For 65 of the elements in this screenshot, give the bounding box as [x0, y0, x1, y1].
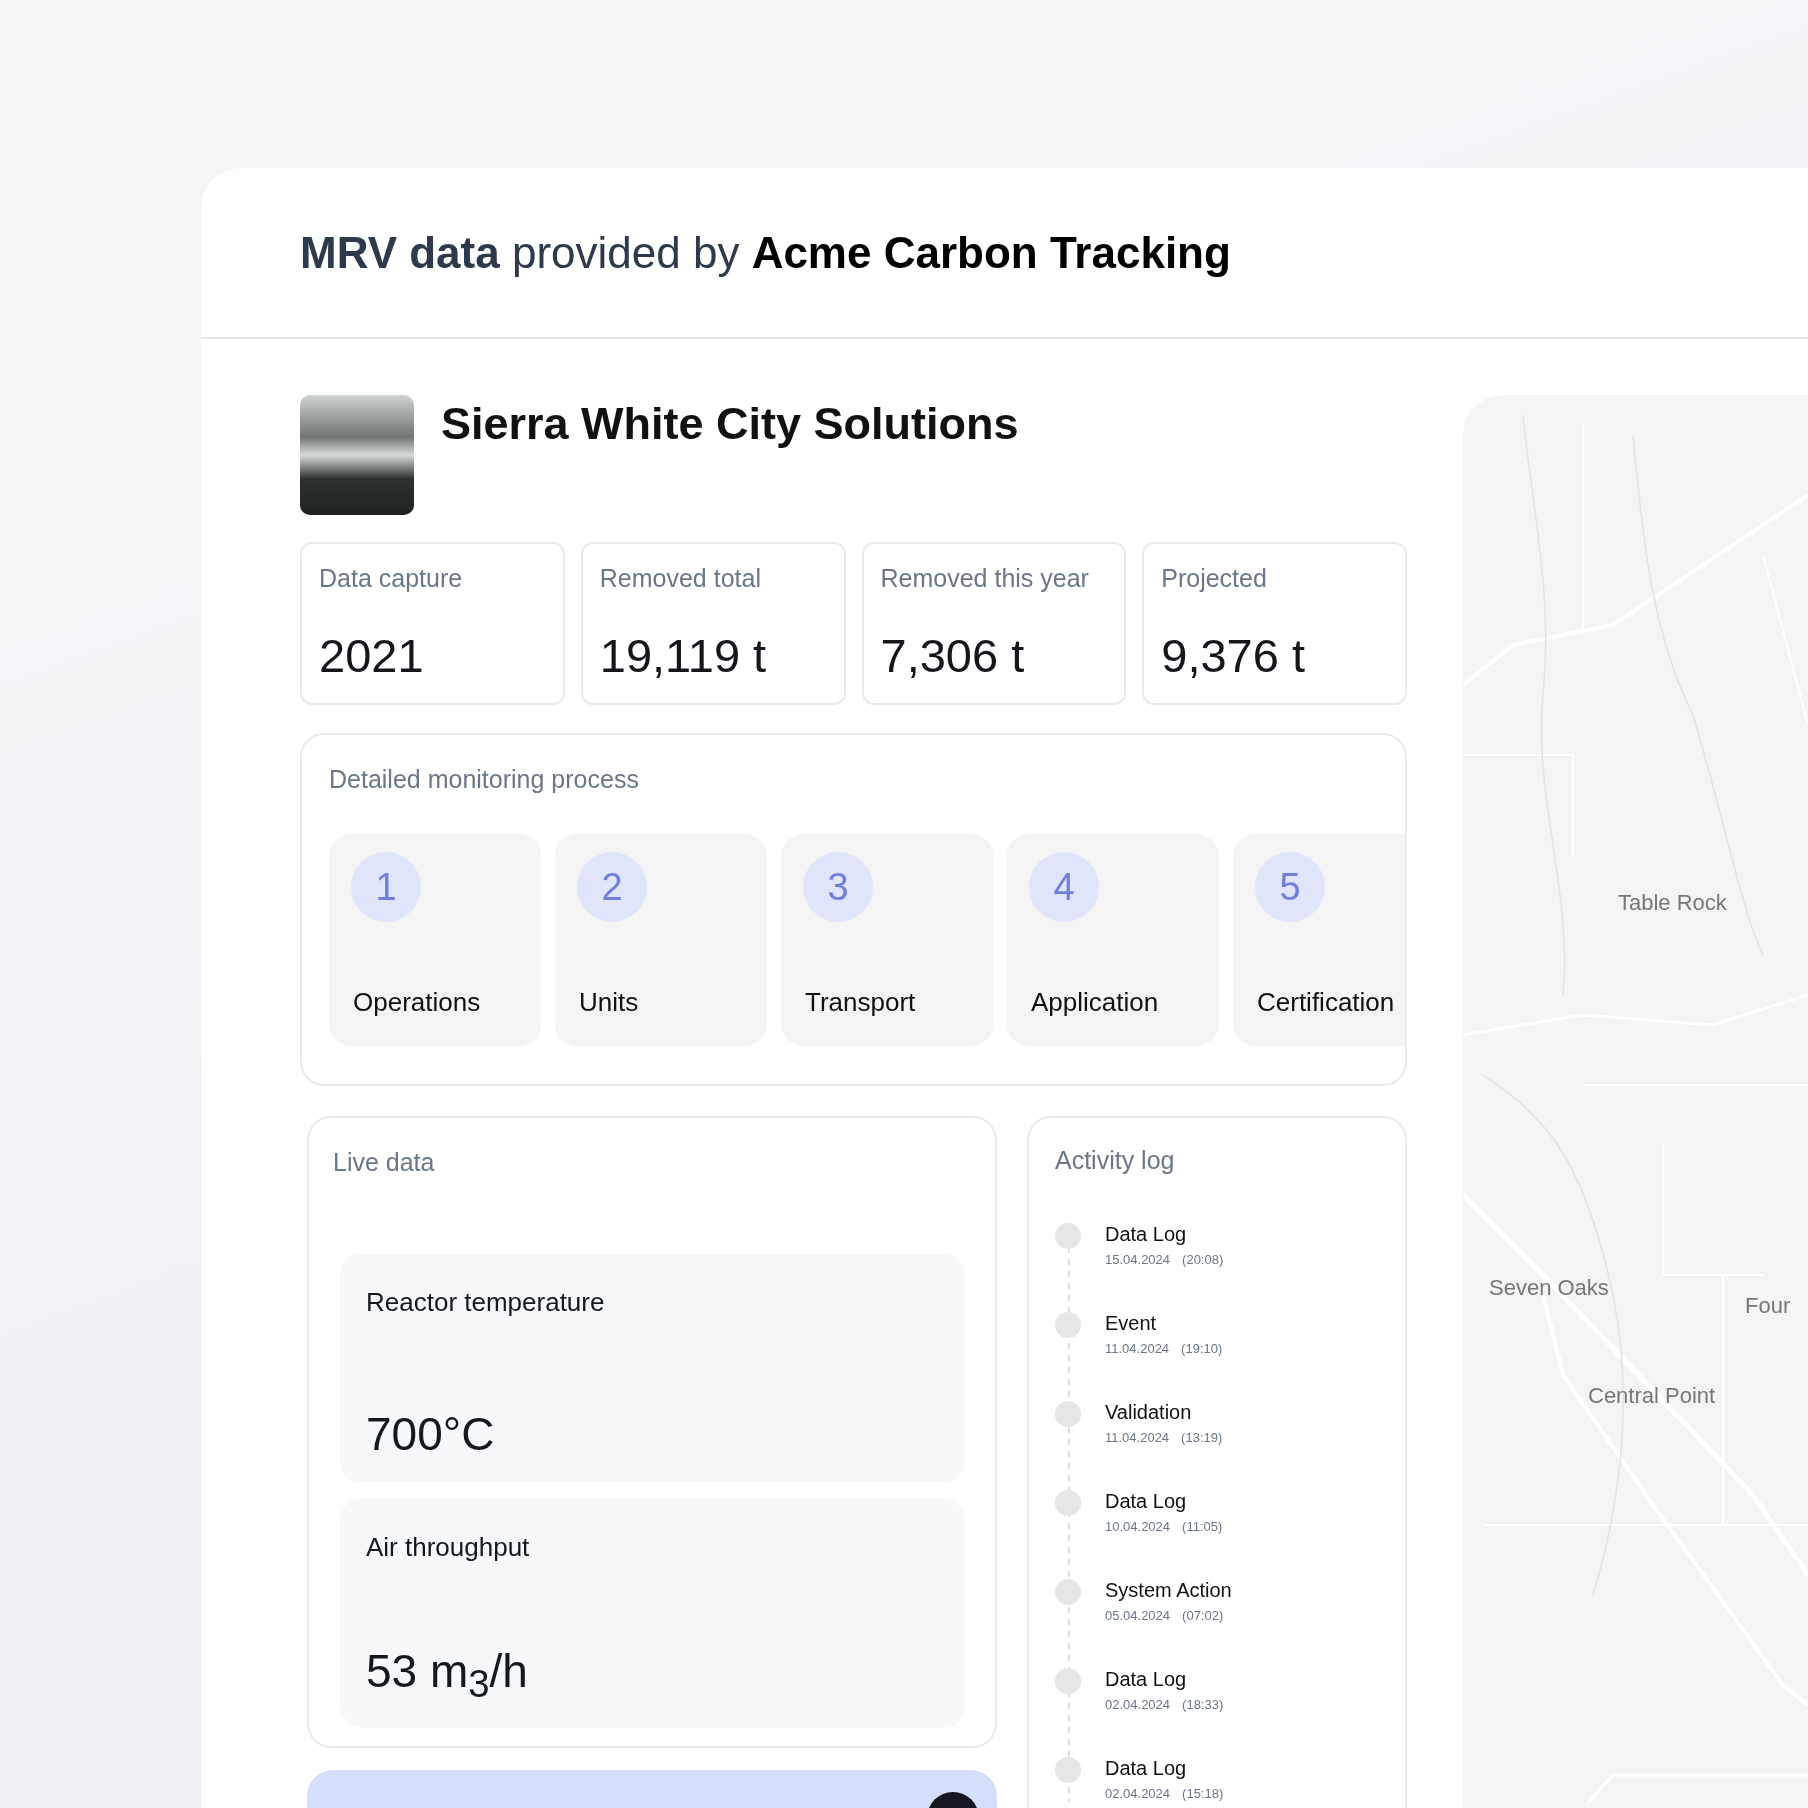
map-place-label: Table Rock	[1618, 890, 1727, 916]
log-entry-date: 15.04.2024	[1105, 1252, 1171, 1267]
timeline-dot-icon	[1055, 1579, 1081, 1605]
log-entry-time: (18:33)	[1182, 1697, 1224, 1712]
step-card[interactable]: 2 Units	[555, 834, 767, 1046]
log-entry-time: (07:02)	[1182, 1608, 1224, 1623]
step-number: 4	[1029, 852, 1099, 922]
map[interactable]: Table Rock Seven Oaks Four Central Point	[1463, 395, 1808, 1808]
log-entry-title: Data Log	[1105, 1668, 1188, 1691]
step-label: Transport	[805, 987, 916, 1018]
stat-value: 19,119 t	[599, 628, 768, 683]
map-place-label: Seven Oaks	[1489, 1275, 1609, 1301]
log-entry-title: Validation	[1105, 1401, 1193, 1424]
step-label: Operations	[353, 987, 481, 1018]
log-entry-time: (15:18)	[1182, 1786, 1224, 1801]
timeline-dot-icon	[1055, 1312, 1081, 1338]
panel-title: Live data	[333, 1148, 435, 1177]
page-title: MRV data provided by Acme Carbon Tracking	[300, 227, 1231, 278]
timeline-dot-icon	[1055, 1223, 1081, 1249]
panel-title: Detailed monitoring process	[329, 765, 639, 794]
timeline-dot-icon	[1055, 1490, 1081, 1516]
log-entry-date: 05.04.2024	[1105, 1608, 1171, 1623]
log-entry-date: 11.04.2024	[1105, 1430, 1170, 1445]
step-card[interactable]: 4 Application	[1007, 834, 1219, 1046]
log-entry-date: 11.04.2024	[1105, 1341, 1170, 1356]
log-entry-title: Data Log	[1105, 1757, 1188, 1780]
log-entry-title: Data Log	[1105, 1223, 1188, 1246]
step-card[interactable]: 1 Operations	[329, 834, 541, 1046]
step-card[interactable]: 3 Transport	[781, 834, 993, 1046]
reading-value: 53 m$_{3}$/h	[366, 1643, 529, 1706]
log-entry-title: Event	[1105, 1312, 1158, 1335]
log-entry-date: 02.04.2024	[1105, 1786, 1171, 1801]
project-name: Sierra White City Solutions	[441, 397, 1019, 450]
step-label: Certification	[1257, 987, 1395, 1018]
stat-label: Data capture	[319, 564, 464, 593]
log-entry-title: System Action	[1105, 1579, 1232, 1602]
stat-label: Removed this year	[880, 564, 1090, 593]
reading-label: Reactor temperature	[366, 1287, 606, 1318]
map-place-label: Central Point	[1588, 1383, 1716, 1409]
log-entry-date: 10.04.2024	[1105, 1519, 1171, 1534]
step-card[interactable]: 5 Certification	[1233, 834, 1405, 1046]
step-number: 3	[803, 852, 873, 922]
log-entry-time: (19:10)	[1181, 1341, 1223, 1356]
log-entry-title: Data Log	[1105, 1490, 1188, 1513]
log-entry-time: (13:19)	[1181, 1430, 1223, 1445]
stat-value: 2021	[319, 628, 425, 683]
timeline-dot-icon	[1055, 1401, 1081, 1427]
step-number: 1	[351, 852, 421, 922]
stat-value: 7,306 t	[880, 628, 1026, 683]
log-entry-time: (20:08)	[1182, 1252, 1224, 1267]
reading-value: 700°C	[366, 1407, 496, 1461]
map-place-label: Four	[1745, 1293, 1791, 1319]
log-entry-time: (11:05)	[1182, 1519, 1223, 1534]
stat-label: Projected	[1161, 564, 1268, 593]
step-number: 5	[1255, 852, 1325, 922]
stat-label: Removed total	[599, 564, 762, 593]
stat-value: 9,376 t	[1161, 628, 1306, 683]
step-label: Application	[1031, 987, 1159, 1018]
step-label: Units	[579, 987, 639, 1018]
panel-title: Activity log	[1055, 1146, 1175, 1175]
reading-label: Air throughput	[366, 1532, 531, 1563]
step-number: 2	[577, 852, 647, 922]
log-entry-date: 02.04.2024	[1105, 1697, 1171, 1712]
timeline-dot-icon	[1055, 1668, 1081, 1694]
timeline-dot-icon	[1055, 1757, 1081, 1783]
